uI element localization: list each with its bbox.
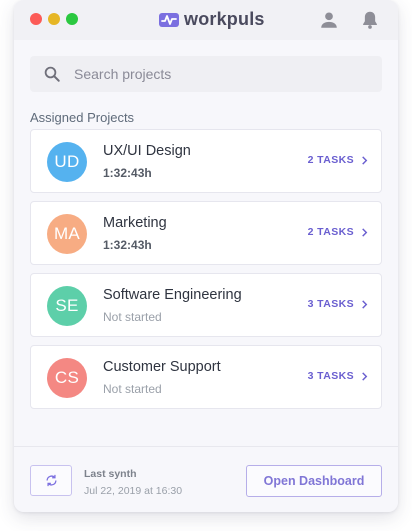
tasks-count: 3 TASKS bbox=[307, 370, 354, 382]
close-window-button[interactable] bbox=[30, 13, 42, 25]
brand: workpuls bbox=[159, 9, 265, 30]
project-name: Customer Support bbox=[103, 359, 221, 375]
project-avatar: CS bbox=[47, 358, 87, 398]
maximize-window-button[interactable] bbox=[66, 13, 78, 25]
project-time: Not started bbox=[103, 310, 162, 324]
minimize-window-button[interactable] bbox=[48, 13, 60, 25]
project-tasks-link[interactable]: 3 TASKS bbox=[308, 370, 369, 382]
search-icon bbox=[44, 66, 60, 82]
sync-button[interactable] bbox=[30, 465, 72, 496]
project-card-ux-ui-design[interactable]: UD UX/UI Design 1:32:43h 2 TASKS bbox=[30, 129, 382, 193]
chevron-right-icon bbox=[362, 227, 368, 237]
chevron-right-icon bbox=[362, 155, 368, 165]
user-icon[interactable] bbox=[318, 9, 340, 31]
open-dashboard-button[interactable]: Open Dashboard bbox=[246, 465, 382, 497]
project-card-marketing[interactable]: MA Marketing 1:32:43h 2 TASKS bbox=[30, 201, 382, 265]
last-sync-date: Jul 22, 2019 at 16:30 bbox=[84, 485, 183, 497]
brand-name: workpuls bbox=[184, 9, 265, 29]
project-time: 1:32:43h bbox=[103, 238, 152, 252]
last-sync-label: Last synth bbox=[84, 468, 137, 480]
project-card-software-engineering[interactable]: SE Software Engineering Not started 3 TA… bbox=[30, 273, 382, 337]
tasks-count: 3 TASKS bbox=[307, 298, 354, 310]
project-avatar: MA bbox=[47, 214, 87, 254]
project-avatar: UD bbox=[47, 142, 87, 182]
project-name: Software Engineering bbox=[103, 287, 242, 303]
project-time: Not started bbox=[103, 382, 162, 396]
title-bar: workpuls bbox=[14, 0, 398, 40]
workpuls-logo-icon bbox=[159, 12, 179, 27]
project-tasks-link[interactable]: 3 TASKS bbox=[308, 298, 369, 310]
bell-icon[interactable] bbox=[359, 9, 381, 31]
chevron-right-icon bbox=[362, 299, 368, 309]
project-tasks-link[interactable]: 2 TASKS bbox=[308, 226, 369, 238]
tasks-count: 2 TASKS bbox=[307, 154, 354, 166]
project-avatar: SE bbox=[47, 286, 87, 326]
search-input[interactable] bbox=[74, 56, 374, 92]
project-name: Marketing bbox=[103, 215, 167, 231]
section-title: Assigned Projects bbox=[30, 110, 135, 125]
project-list: UD UX/UI Design 1:32:43h 2 TASKS MA Mark… bbox=[30, 129, 382, 417]
project-name: UX/UI Design bbox=[103, 143, 191, 159]
footer-bar: Last synth Jul 22, 2019 at 16:30 Open Da… bbox=[14, 446, 398, 512]
window-controls bbox=[30, 13, 78, 25]
search-bar bbox=[30, 56, 382, 92]
tasks-count: 2 TASKS bbox=[307, 226, 354, 238]
project-time: 1:32:43h bbox=[103, 166, 152, 180]
project-card-customer-support[interactable]: CS Customer Support Not started 3 TASKS bbox=[30, 345, 382, 409]
project-tasks-link[interactable]: 2 TASKS bbox=[308, 154, 369, 166]
chevron-right-icon bbox=[362, 371, 368, 381]
refresh-icon bbox=[45, 474, 57, 487]
app-window: workpuls Assigned Projects UD UX/UI Desi… bbox=[14, 0, 398, 512]
